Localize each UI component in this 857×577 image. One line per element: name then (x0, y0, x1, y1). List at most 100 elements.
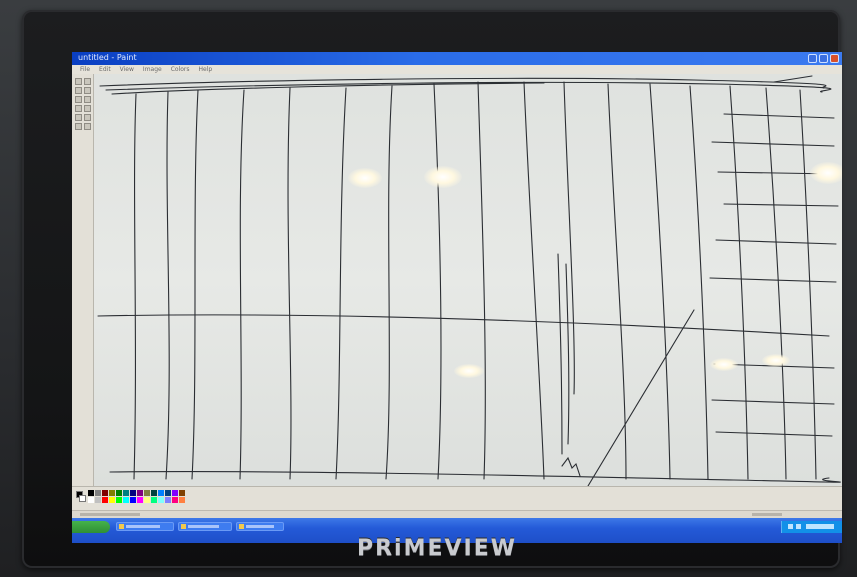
drawing-canvas[interactable] (94, 74, 842, 486)
magnifier-icon[interactable] (84, 96, 91, 103)
vertical-line (729, 85, 749, 480)
color-swatch[interactable] (144, 490, 150, 496)
menu-view[interactable]: View (120, 65, 134, 74)
vertical-line (133, 93, 137, 480)
light-reflection (762, 354, 790, 367)
vertical-line (557, 253, 563, 455)
line-icon[interactable] (75, 123, 82, 130)
minimize-button[interactable] (808, 54, 817, 63)
color-swatch[interactable] (116, 490, 122, 496)
color-swatch[interactable] (165, 497, 171, 503)
color-swatch[interactable] (158, 497, 164, 503)
color-swatch[interactable] (130, 490, 136, 496)
diagonal-line (587, 309, 695, 486)
menu-colors[interactable]: Colors (171, 65, 190, 74)
monitor-screen: untitled - Paint File Edit View Image Co… (72, 52, 842, 543)
menu-image[interactable]: Image (143, 65, 162, 74)
light-reflection (424, 166, 462, 188)
color-swatch[interactable] (123, 490, 129, 496)
eraser-icon[interactable] (75, 87, 82, 94)
color-palette-bar (72, 486, 842, 510)
taskbar-item[interactable] (178, 522, 232, 531)
start-button[interactable] (72, 521, 110, 533)
taskbar-item[interactable] (236, 522, 284, 531)
grid-tick (711, 141, 835, 147)
system-tray (781, 521, 842, 533)
free-select-icon[interactable] (75, 78, 82, 85)
color-picker-icon[interactable] (75, 96, 82, 103)
color-swatch[interactable] (172, 497, 178, 503)
vertical-line (191, 89, 199, 480)
color-swatch[interactable] (109, 497, 115, 503)
color-swatch[interactable] (179, 490, 185, 496)
status-bar (72, 510, 842, 518)
current-colors[interactable] (76, 491, 86, 503)
vertical-line (765, 87, 787, 480)
maximize-button[interactable] (819, 54, 828, 63)
vertical-line (523, 81, 545, 480)
airbrush-icon[interactable] (75, 114, 82, 121)
taskbar-item-label (126, 525, 160, 528)
color-swatch[interactable] (137, 497, 143, 503)
color-swatch[interactable] (123, 497, 129, 503)
menu-help[interactable]: Help (199, 65, 213, 74)
vertical-line (165, 91, 170, 480)
tool-grid (75, 78, 91, 130)
color-swatch[interactable] (151, 490, 157, 496)
color-swatch[interactable] (165, 490, 171, 496)
light-reflection (454, 364, 484, 378)
color-swatch[interactable] (109, 490, 115, 496)
hand-drawn-lines (97, 75, 841, 486)
color-swatch[interactable] (144, 497, 150, 503)
color-swatch[interactable] (95, 497, 101, 503)
color-swatch[interactable] (102, 490, 108, 496)
curve-icon[interactable] (84, 123, 91, 130)
window-icon (119, 524, 124, 529)
fill-icon[interactable] (84, 87, 91, 94)
vertical-line (649, 83, 671, 480)
vertical-line (335, 87, 347, 480)
tool-box (72, 74, 94, 486)
brand-logo: PRiMEVIEW (356, 535, 518, 561)
light-reflection (810, 162, 842, 184)
color-swatch[interactable] (130, 497, 136, 503)
vertical-line (385, 85, 393, 480)
menu-file[interactable]: File (80, 65, 90, 74)
clock-icon[interactable] (806, 524, 834, 529)
brush-icon[interactable] (84, 105, 91, 112)
window-title-bar[interactable]: untitled - Paint (72, 52, 842, 65)
color-swatch[interactable] (88, 490, 94, 496)
vertical-line (433, 83, 442, 480)
color-swatch[interactable] (137, 490, 143, 496)
vertical-line (477, 81, 486, 480)
select-icon[interactable] (84, 78, 91, 85)
color-swatch[interactable] (179, 497, 185, 503)
squiggle-mark (561, 456, 581, 477)
color-swatch[interactable] (151, 497, 157, 503)
color-swatches (88, 490, 185, 503)
color-swatch[interactable] (158, 490, 164, 496)
network-icon[interactable] (788, 524, 793, 529)
horizontal-line (97, 314, 830, 337)
vertical-line (287, 87, 292, 480)
monitor-bezel: untitled - Paint File Edit View Image Co… (22, 10, 842, 568)
grid-tick (709, 277, 837, 283)
taskbar-item[interactable] (116, 522, 174, 531)
status-coordinates (752, 513, 782, 516)
color-swatch[interactable] (116, 497, 122, 503)
color-swatch[interactable] (102, 497, 108, 503)
close-button[interactable] (830, 54, 839, 63)
color-swatch[interactable] (95, 490, 101, 496)
color-swatch[interactable] (88, 497, 94, 503)
text-icon[interactable] (84, 114, 91, 121)
taskbar-item-label (246, 525, 274, 528)
window-icon (181, 524, 186, 529)
color-swatch[interactable] (172, 490, 178, 496)
volume-icon[interactable] (796, 524, 801, 529)
horizontal-line (109, 471, 841, 483)
menu-edit[interactable]: Edit (99, 65, 111, 74)
window-controls (808, 54, 839, 63)
pencil-icon[interactable] (75, 105, 82, 112)
vertical-line (563, 81, 575, 395)
background-color (79, 495, 86, 502)
